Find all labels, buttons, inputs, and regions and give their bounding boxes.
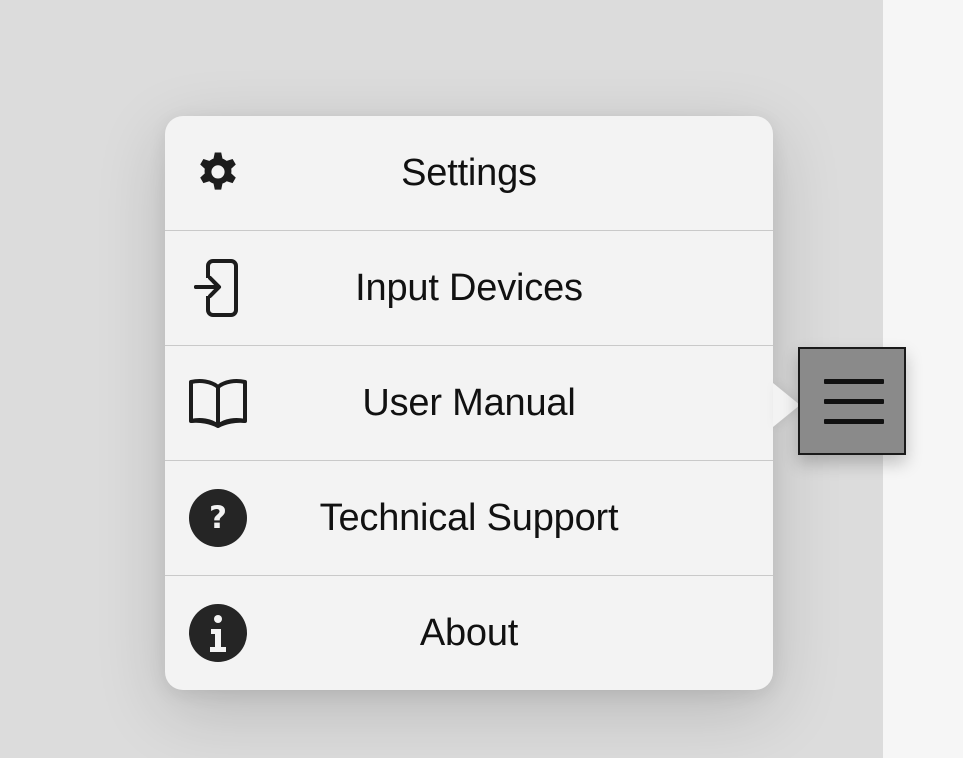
menu-item-settings[interactable]: Settings: [165, 116, 773, 231]
menu-item-label: Technical Support: [319, 497, 619, 539]
menu-item-label: User Manual: [362, 382, 576, 424]
menu-item-about[interactable]: About: [165, 576, 773, 690]
menu-item-technical-support[interactable]: ? Technical Support: [165, 461, 773, 576]
menu-item-user-manual[interactable]: User Manual: [165, 346, 773, 461]
menu-item-input-devices[interactable]: Input Devices: [165, 231, 773, 346]
hamburger-menu-icon: [824, 419, 884, 424]
main-menu-popover: Settings Input Devices User Manual ? Tec…: [165, 116, 773, 690]
popover-arrow: [773, 383, 800, 427]
hamburger-menu-icon: [824, 379, 884, 384]
menu-item-label: Settings: [401, 152, 537, 194]
menu-item-label: Input Devices: [355, 267, 583, 309]
hamburger-menu-icon: [824, 399, 884, 404]
main-menu-list: Settings Input Devices User Manual ? Tec…: [165, 116, 773, 690]
menu-toggle-button[interactable]: [798, 347, 906, 455]
menu-item-label: About: [419, 612, 519, 654]
